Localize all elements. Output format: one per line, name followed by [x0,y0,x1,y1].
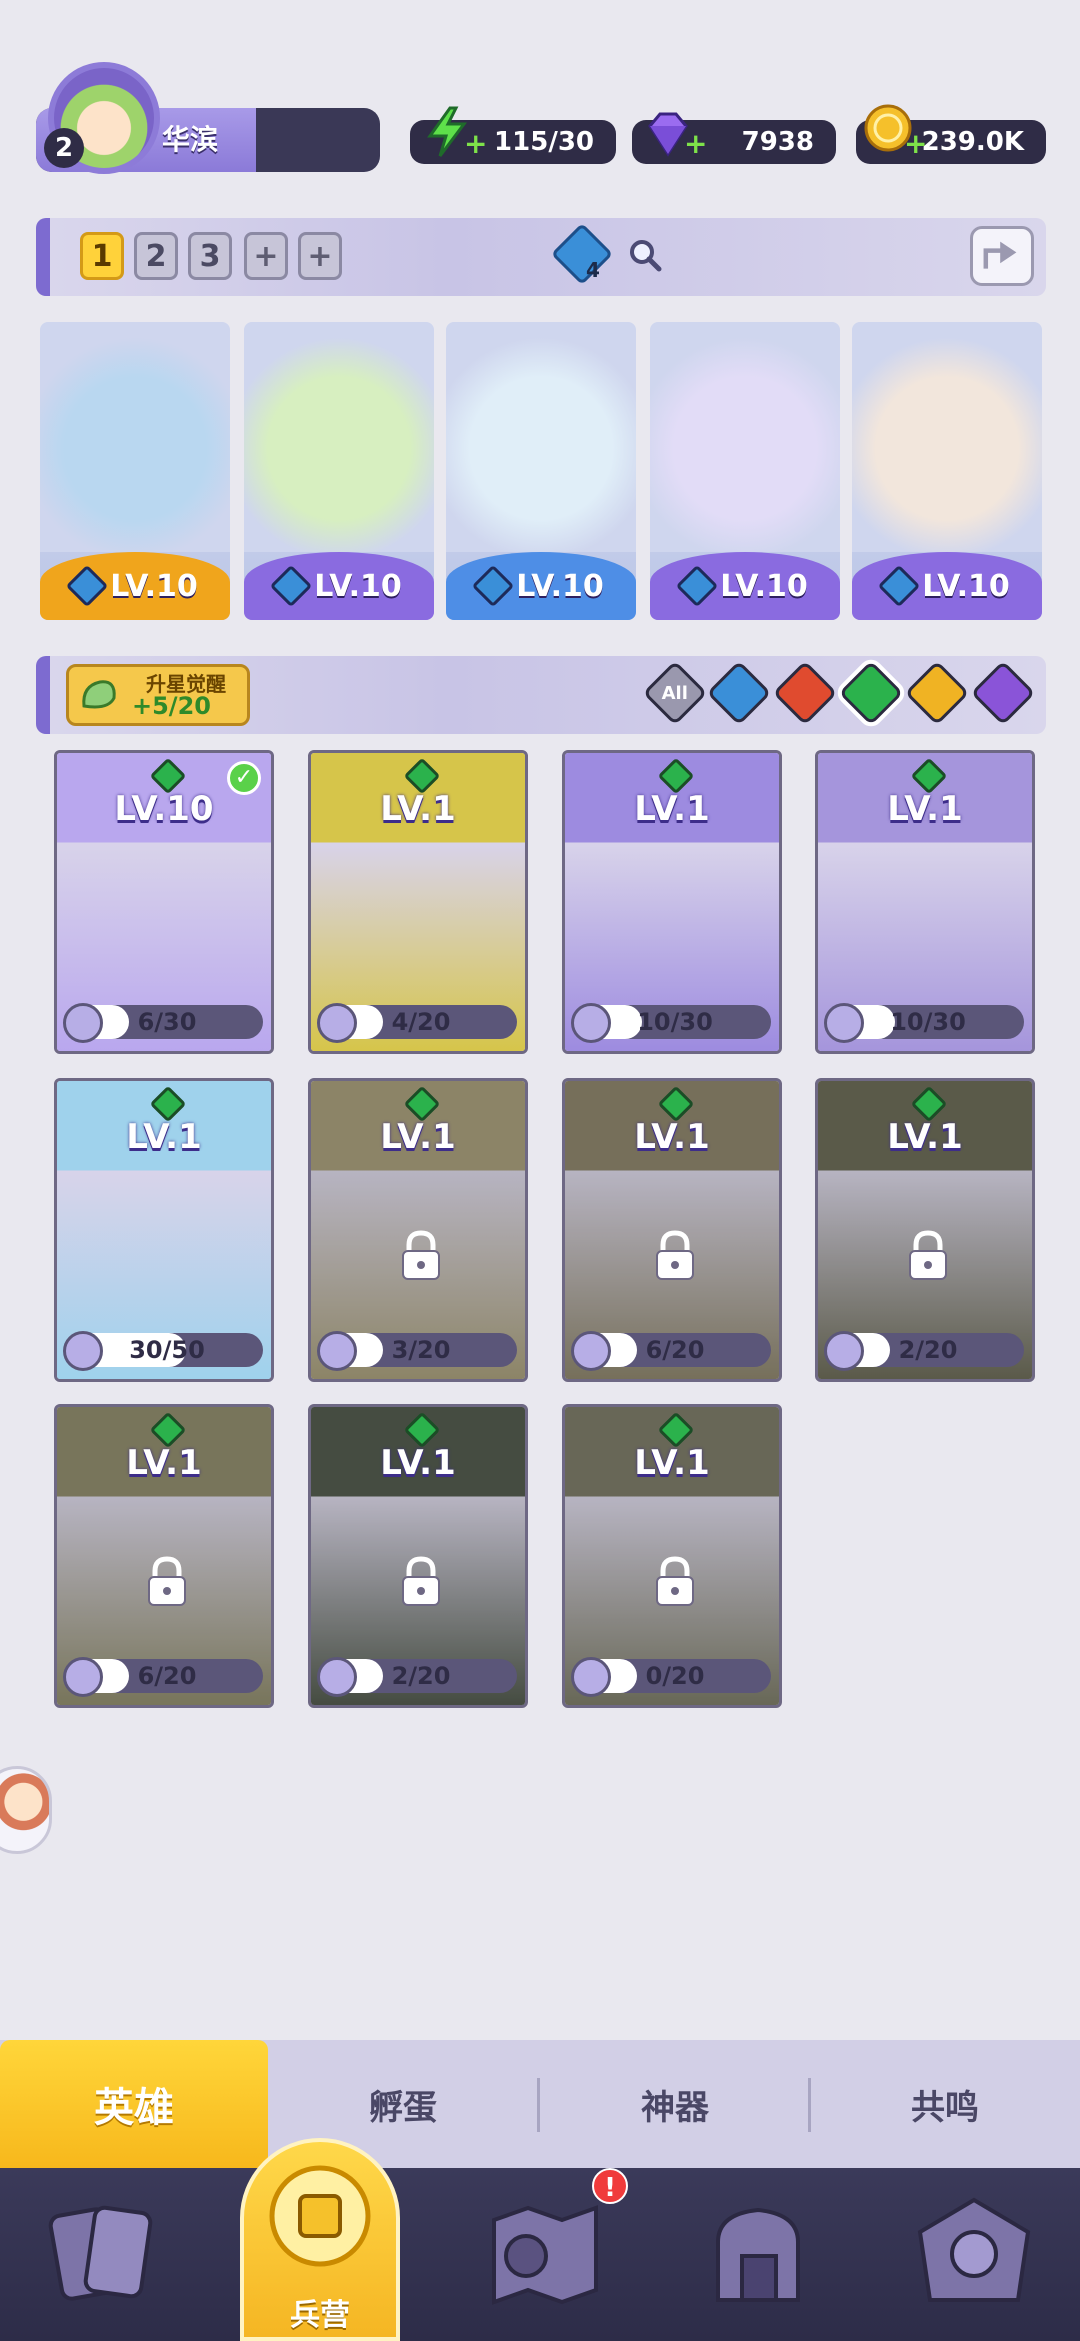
hero-level: LV.10 [720,568,808,604]
hero-level: LV.1 [380,789,456,829]
shard-icon [63,1657,103,1697]
shard-icon [63,1331,103,1371]
lock-icon [402,1230,440,1280]
lineup-hero-card[interactable]: LV.10 [852,322,1042,620]
element-gem-icon [676,564,719,608]
hero-level-band: LV.10 [244,552,434,620]
player-name: 华滨 [162,123,219,156]
cards-icon[interactable] [40,2190,170,2320]
lineup-hero-card[interactable]: LV.10 [244,322,434,620]
shard-icon [82,680,116,709]
lock-icon [656,1230,694,1280]
nav-barracks-label: 兵营 [290,2298,350,2333]
hero-level: LV.1 [887,789,963,829]
hero-portrait [852,322,1042,552]
hero-portrait [244,322,434,552]
add-team-slot-button[interactable]: + [244,232,288,280]
element-gem-icon [66,564,109,608]
filter-label: All [661,682,689,704]
add-team-slot-button-2[interactable]: + [298,232,342,280]
hero-card[interactable]: LV.1 10/30 [562,750,782,1054]
team-slot-3[interactable]: 3 [188,232,232,280]
hero-card[interactable]: LV.1 0/20 [562,1404,782,1708]
notification-badge: ! [592,2168,628,2204]
hero-level-band: LV.10 [650,552,840,620]
hero-card[interactable]: LV.1 10/30 [815,750,1035,1054]
share-button[interactable] [970,226,1034,286]
hero-level: LV.10 [314,568,402,604]
team-slot-2[interactable]: 2 [134,232,178,280]
hero-level-band: LV.10 [852,552,1042,620]
upgrade-awaken-count: +5/20 [132,692,211,720]
shard-icon [824,1331,864,1371]
hero-level: LV.1 [634,1443,710,1483]
hero-card[interactable]: LV.1 4/20 [308,750,528,1054]
lock-icon [402,1556,440,1606]
tab-resonance[interactable]: 共鸣 [810,2040,1080,2168]
hero-card[interactable]: LV.10 ✓ 6/30 [54,750,274,1054]
shard-icon [317,1331,357,1371]
tab-heroes[interactable]: 英雄 [0,2040,268,2168]
hero-level: LV.10 [922,568,1010,604]
hero-level: LV.1 [126,1117,202,1157]
element-gem-icon [878,564,921,608]
hero-portrait [40,322,230,552]
hero-level: LV.1 [380,1117,456,1157]
lineup-hero-card[interactable]: LV.10 [446,322,636,620]
lock-icon [148,1556,186,1606]
element-gem-icon [270,564,313,608]
hero-level-band: LV.10 [446,552,636,620]
shard-icon [571,1003,611,1043]
add-gold-icon[interactable]: + [904,130,927,158]
shop-icon[interactable] [694,2190,824,2320]
hero-portrait [446,322,636,552]
hero-card[interactable]: LV.1 6/20 [54,1404,274,1708]
element-count: 4 [586,258,600,282]
search-icon[interactable] [628,238,662,272]
hero-portrait [650,322,840,552]
guild-icon[interactable] [910,2190,1040,2320]
hero-level: LV.10 [114,789,214,829]
shard-icon [571,1657,611,1697]
share-icon [983,241,1017,269]
energy-value: 115/30 [494,127,594,157]
hero-level-band: LV.10 [40,552,230,620]
shard-icon [317,1003,357,1043]
hero-level: LV.10 [110,568,198,604]
hero-card[interactable]: LV.1 2/20 [308,1404,528,1708]
hero-level: LV.1 [634,789,710,829]
hero-level: LV.1 [380,1443,456,1483]
shard-icon [571,1331,611,1371]
lineup-hero-card[interactable]: LV.10 [650,322,840,620]
gold-value: 239.0K [921,127,1024,157]
team-slot-1[interactable]: 1 [80,232,124,280]
add-gems-icon[interactable]: + [684,130,707,158]
check-icon: ✓ [227,761,261,795]
lock-icon [909,1230,947,1280]
helper-avatar-button[interactable] [0,1766,52,1854]
hero-level: LV.10 [516,568,604,604]
hero-card[interactable]: LV.1 30/50 [54,1078,274,1382]
lock-icon [656,1556,694,1606]
hero-card[interactable]: LV.1 3/20 [308,1078,528,1382]
tab-artifacts[interactable]: 神器 [540,2040,810,2168]
barracks-icon [269,2165,371,2267]
shard-icon [63,1003,103,1043]
hero-card[interactable]: LV.1 2/20 [815,1078,1035,1382]
element-gem-icon [472,564,515,608]
add-energy-icon[interactable]: + [464,130,487,158]
shard-icon [824,1003,864,1043]
lineup-hero-card[interactable]: LV.10 [40,322,230,620]
gems-value: 7938 [741,127,814,157]
hero-level: LV.1 [126,1443,202,1483]
hero-level: LV.1 [887,1117,963,1157]
hero-level: LV.1 [634,1117,710,1157]
shard-icon [317,1657,357,1697]
hero-card[interactable]: LV.1 6/20 [562,1078,782,1382]
player-level-badge: 2 [44,128,84,168]
map-icon[interactable] [480,2190,610,2320]
